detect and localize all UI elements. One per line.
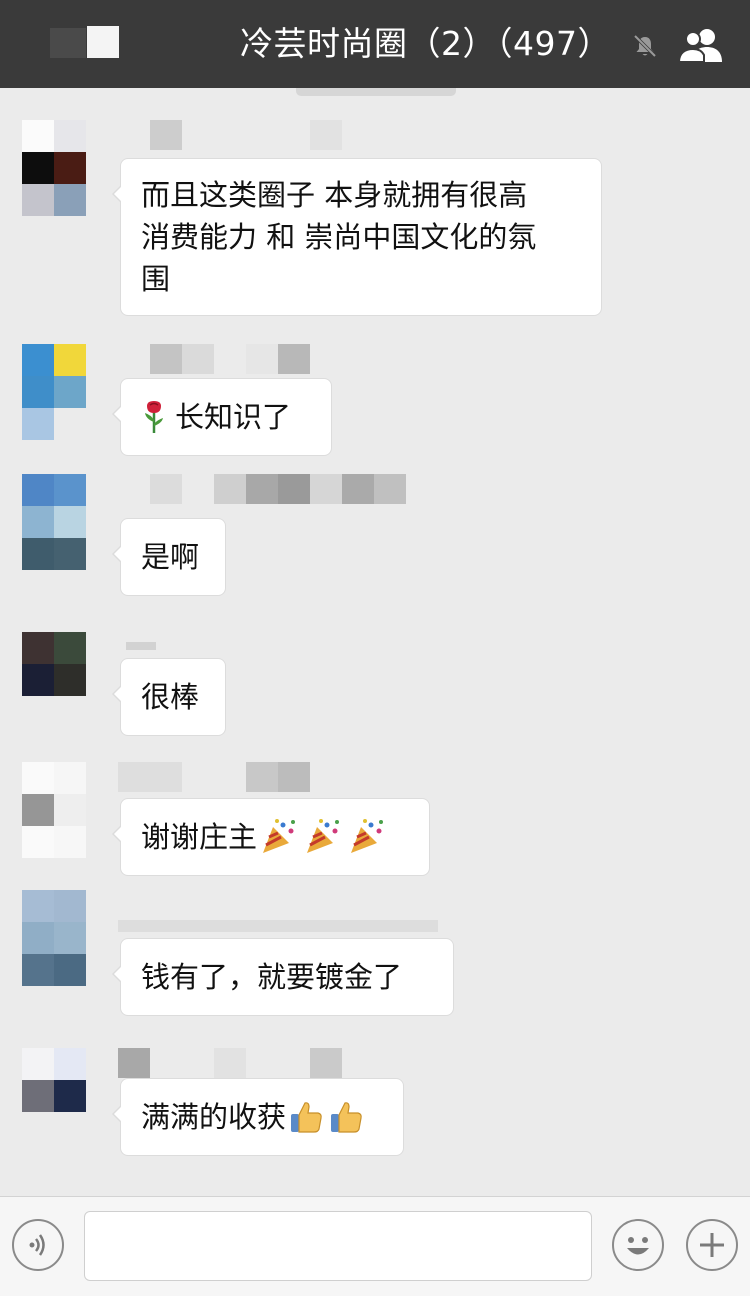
avatar[interactable] [22, 762, 86, 858]
plus-icon [700, 1233, 724, 1257]
avatar[interactable] [22, 344, 86, 440]
message-bubble[interactable]: 是啊 [112, 518, 226, 596]
input-bar [0, 1196, 750, 1296]
message-text: 是啊 [141, 540, 200, 574]
group-members-icon[interactable] [678, 26, 726, 64]
voice-icon [29, 1234, 45, 1256]
avatar[interactable] [22, 1048, 86, 1112]
thumbs-up-icon [291, 1102, 322, 1133]
voice-button[interactable] [12, 1219, 64, 1271]
pull-down-tab [296, 88, 456, 96]
message-text: 长知识了 [175, 400, 292, 434]
message-text: 谢谢庄主 [141, 820, 258, 854]
party-popper-icon [351, 819, 384, 853]
message-bubble[interactable]: 钱有了，就要镀金了 [112, 938, 454, 1016]
message-text: 很棒 [141, 680, 200, 714]
more-options-button[interactable] [686, 1219, 738, 1271]
message-bubble[interactable]: 满满的收获 [112, 1078, 404, 1156]
chat-header: 冷芸时尚圈（2）（497） [0, 0, 750, 88]
party-popper-icon [307, 819, 340, 853]
avatar[interactable] [22, 474, 86, 570]
message-input[interactable] [84, 1211, 592, 1281]
party-popper-icon [263, 819, 296, 853]
bell-muted-icon [633, 34, 657, 58]
rose-icon [145, 401, 163, 433]
avatar[interactable] [22, 120, 86, 216]
thumbs-up-icon [331, 1102, 362, 1133]
message-text: 满满的收获 [141, 1100, 287, 1134]
group-title: 冷芸时尚圈（2）（497） [240, 24, 611, 63]
back-button[interactable] [50, 22, 126, 66]
message-bubble[interactable]: 长知识了 [112, 378, 332, 456]
message-text: 钱有了，就要镀金了 [141, 960, 403, 994]
message-bubble[interactable]: 而且这类圈子 本身就拥有很高 消费能力 和 崇尚中国文化的氛 围 [112, 158, 602, 316]
message-bubble[interactable]: 很棒 [112, 658, 226, 736]
emoji-smile-icon [627, 1237, 649, 1255]
avatar[interactable] [22, 632, 86, 696]
message-text: 而且这类圈子 本身就拥有很高 消费能力 和 崇尚中国文化的氛 围 [141, 178, 537, 296]
message-bubble[interactable]: 谢谢庄主 [112, 798, 430, 876]
avatar[interactable] [22, 890, 86, 986]
emoji-button[interactable] [612, 1219, 664, 1271]
